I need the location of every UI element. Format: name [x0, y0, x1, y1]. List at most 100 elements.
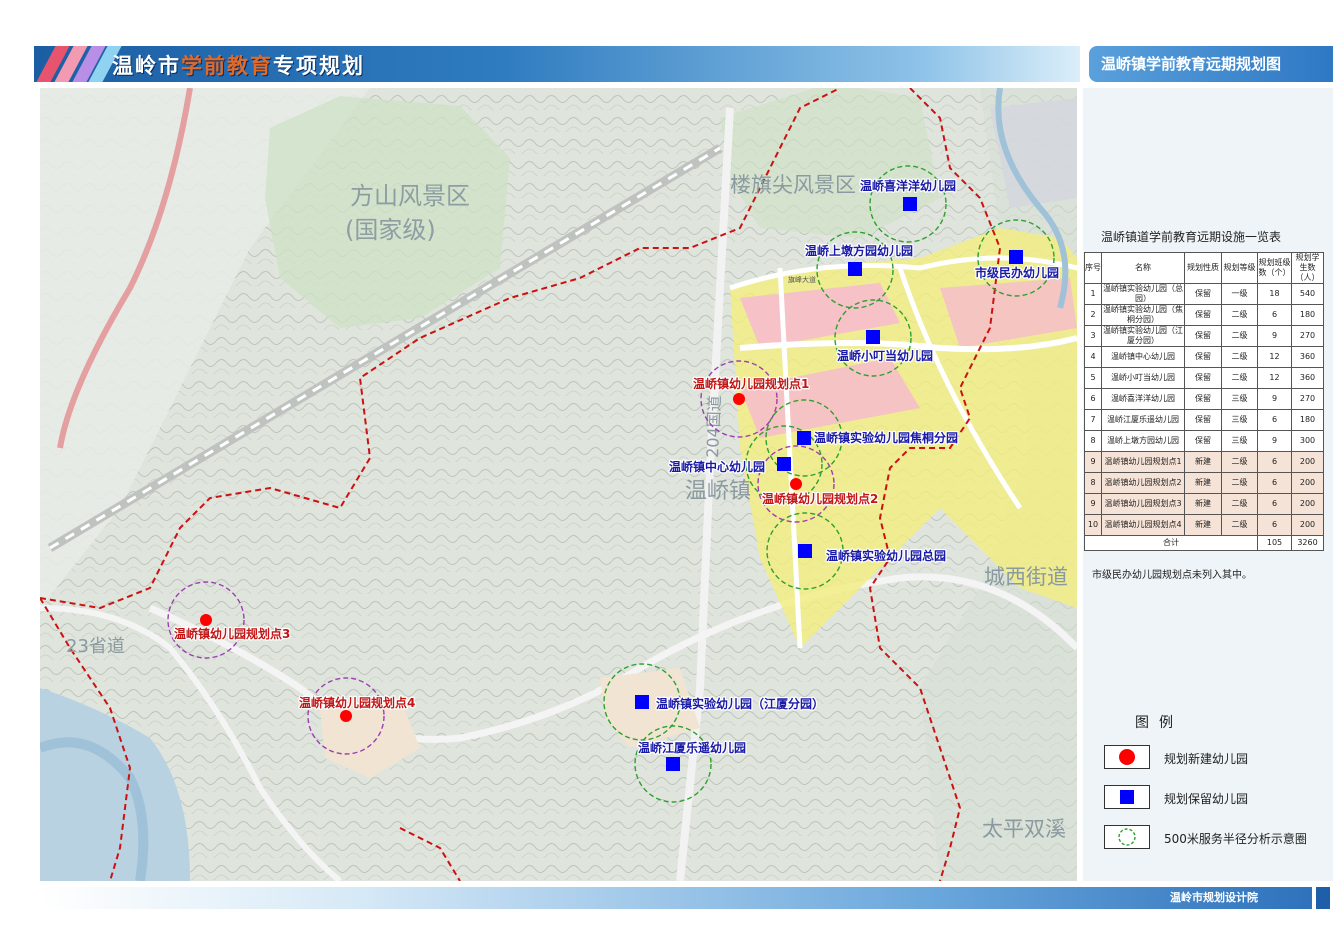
cell: 温峤上墩方园幼儿园: [1101, 430, 1185, 452]
cell: 270: [1291, 388, 1324, 410]
cell: 保留: [1184, 388, 1222, 410]
site-marker-plan3[interactable]: [200, 614, 212, 626]
cell: 新建: [1184, 514, 1222, 536]
cell: 温峤镇实验幼儿园（江厦分园）: [1101, 325, 1185, 347]
cell: 温峤江厦乐遥幼儿园: [1101, 409, 1185, 431]
table-row: 2 温峤镇实验幼儿园（焦桐分园） 保留 二级 6 180: [1084, 304, 1324, 326]
label-taiping: 太平双溪: [982, 817, 1066, 841]
legend-title: 图例: [1135, 715, 1183, 731]
cell: 200: [1291, 493, 1324, 515]
legend-label-new: 规划新建幼儿园: [1164, 752, 1249, 766]
cell: 三级: [1221, 430, 1258, 452]
total-label: 合计: [1084, 535, 1258, 551]
cell: 温峤喜洋洋幼儿园: [1101, 388, 1185, 410]
site-label-plan2: 温峤镇幼儿园规划点2: [762, 491, 878, 506]
site-label-jiangxia-leyao: 温峤江厦乐遥幼儿园: [638, 740, 746, 755]
cell: 3: [1084, 325, 1102, 347]
footer-band: 温岭市规划设计院: [40, 887, 1312, 909]
table-row-new: 9 温峤镇幼儿园规划点3 新建 二级 6 200: [1084, 493, 1324, 515]
map-panel[interactable]: 方山风景区 (国家级) 楼旗尖风景区 温峤镇 城西街道 太平双溪 23省道 20…: [40, 88, 1077, 881]
blue-square-icon: [1120, 790, 1134, 804]
label-chengxi: 城西街道: [984, 565, 1068, 589]
site-marker-jiaotong[interactable]: [797, 431, 811, 445]
cell: 200: [1291, 472, 1324, 494]
site-marker-shangdun[interactable]: [848, 262, 862, 276]
site-marker-xiaodingdang[interactable]: [866, 330, 880, 344]
dashed-circle-icon: [1118, 828, 1136, 846]
legend-swatch-keep: [1104, 785, 1150, 809]
label-street-east: 旗峰大道: [788, 275, 816, 284]
label-road23: 23省道: [66, 636, 125, 657]
cell: 2: [1084, 304, 1102, 326]
site-marker-jiangxia-branch[interactable]: [635, 695, 649, 709]
cell: 温峤镇中心幼儿园: [1101, 346, 1185, 368]
title-highlight: 学前教育: [181, 54, 273, 78]
col-nature: 规划性质: [1184, 252, 1222, 284]
cell: 保留: [1184, 325, 1222, 347]
cell: 保留: [1184, 430, 1222, 452]
table-title: 温峤镇道学前教育远期设施一览表: [1101, 230, 1282, 244]
cell: 保留: [1184, 304, 1222, 326]
cell: 新建: [1184, 493, 1222, 515]
site-marker-plan2[interactable]: [790, 478, 802, 490]
site-marker-jiangxia-leyao[interactable]: [666, 757, 680, 771]
header-title: 温岭市学前教育专项规划: [112, 50, 365, 80]
cell: 360: [1291, 367, 1324, 389]
total-classes: 105: [1257, 535, 1292, 551]
cell: 新建: [1184, 472, 1222, 494]
cell: 9: [1084, 451, 1102, 473]
title-prefix: 温岭市: [112, 54, 181, 78]
label-wenqiao: 温峤镇: [685, 479, 751, 504]
cell: 9: [1084, 493, 1102, 515]
cell: 6: [1257, 409, 1292, 431]
cell: 6: [1257, 493, 1292, 515]
total-students: 3260: [1291, 535, 1324, 551]
cell: 4: [1084, 346, 1102, 368]
site-label-zhongxin: 温峤镇中心幼儿园: [669, 459, 765, 474]
col-name: 名称: [1101, 252, 1185, 284]
map-title: 温峤镇学前教育远期规划图: [1089, 46, 1333, 82]
cell: 12: [1257, 367, 1292, 389]
table-row: 1 温峤镇实验幼儿园（总园） 保留 一级 18 540: [1084, 283, 1324, 305]
cell: 1: [1084, 283, 1102, 305]
legend-label-circle: 500米服务半径分析示意圈: [1164, 832, 1307, 846]
table-row-new: 9 温峤镇幼儿园规划点1 新建 二级 6 200: [1084, 451, 1324, 473]
cell: 6: [1257, 472, 1292, 494]
footer-end-block: [1316, 887, 1330, 909]
cell: 6: [1084, 388, 1102, 410]
cell: 二级: [1221, 514, 1258, 536]
site-marker-xiyangyang[interactable]: [903, 197, 917, 211]
cell: 温峤镇幼儿园规划点3: [1101, 493, 1185, 515]
site-label-jiaotong: 温峤镇实验幼儿园焦桐分园: [814, 430, 958, 445]
cell: 180: [1291, 409, 1324, 431]
cell: 300: [1291, 430, 1324, 452]
label-fangshan-level: (国家级): [345, 216, 436, 244]
table-total-row: 合计 105 3260: [1084, 535, 1324, 551]
cell: 温峤镇幼儿园规划点1: [1101, 451, 1185, 473]
cell: 三级: [1221, 409, 1258, 431]
site-marker-zongyuan[interactable]: [798, 544, 812, 558]
site-marker-zhongxin[interactable]: [777, 457, 791, 471]
cell: 9: [1257, 388, 1292, 410]
cell: 二级: [1221, 304, 1258, 326]
cell: 270: [1291, 325, 1324, 347]
site-marker-plan1[interactable]: [733, 393, 745, 405]
red-dot-icon: [1119, 749, 1135, 765]
table-row: 7 温峤江厦乐遥幼儿园 保留 三级 6 180: [1084, 409, 1324, 431]
legend-swatch-circle: [1104, 825, 1150, 849]
cell: 二级: [1221, 325, 1258, 347]
cell: 温峤镇幼儿园规划点2: [1101, 472, 1185, 494]
cell: 7: [1084, 409, 1102, 431]
col-classes: 规划班级数（个）: [1257, 252, 1292, 284]
cell: 二级: [1221, 451, 1258, 473]
cell: 新建: [1184, 451, 1222, 473]
cell: 6: [1257, 304, 1292, 326]
cell: 二级: [1221, 367, 1258, 389]
site-label-zongyuan: 温峤镇实验幼儿园总园: [826, 548, 946, 563]
site-label-shangdun: 温峤上墩方园幼儿园: [805, 243, 913, 258]
site-marker-shijimin[interactable]: [1009, 250, 1023, 264]
cell: 三级: [1221, 388, 1258, 410]
col-students: 规划学生数（人）: [1291, 252, 1324, 284]
site-marker-plan4[interactable]: [340, 710, 352, 722]
cell: 温峤镇实验幼儿园（焦桐分园）: [1101, 304, 1185, 326]
